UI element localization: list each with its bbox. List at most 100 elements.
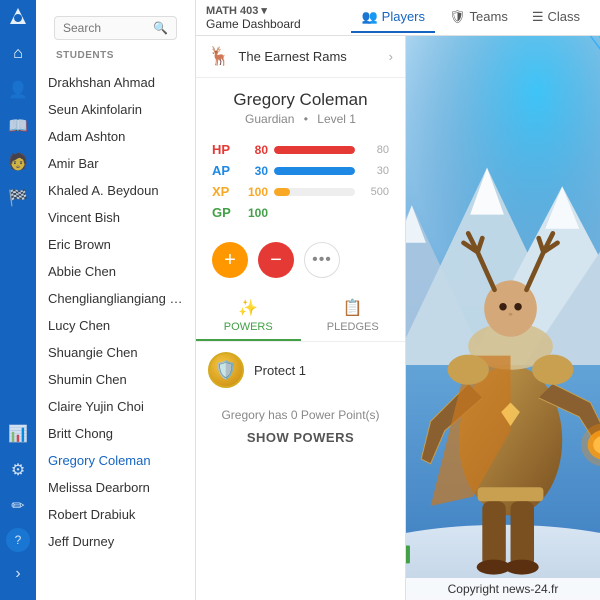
panel-tab-label-pledges: PLEDGES [327,321,379,333]
panel-footer: Gregory has 0 Power Point(s) SHOW POWERS [196,398,405,455]
nav-person-icon[interactable]: 🧑 [0,144,36,180]
remove-button[interactable]: − [258,242,294,278]
bullet-separator: • [304,112,308,126]
stat-bar-fill-hp [274,146,355,154]
content-area: 🦌 The Earnest Rams › Gregory Coleman Gua… [196,36,600,600]
team-chevron-icon: › [389,49,393,64]
power-badge-emoji: 🛡️ [215,360,237,381]
nav-tab-label-players: Players [382,9,425,24]
stat-row-xp: XP 100 500 [212,184,389,199]
player-class: Guardian [245,112,294,126]
search-box[interactable]: 🔍 [54,16,177,40]
student-item[interactable]: Eric Brown [36,231,195,258]
nav-settings-icon[interactable]: ⚙ [0,452,36,488]
stat-label-xp: XP [212,184,234,199]
panel-tabs: ✨ POWERS 📋 PLEDGES [196,290,405,342]
search-input[interactable] [63,21,151,35]
stat-bar-fill-ap [274,167,355,175]
course-label: MATH 403 ▾ [206,4,351,17]
player-info: Gregory Coleman Guardian • Level 1 [196,78,405,134]
class-icon: ☰ [532,9,544,25]
nav-expand-icon[interactable]: › [0,556,36,592]
stat-value-ap: 30 [240,164,268,178]
player-level: Level 1 [317,112,356,126]
stat-max-ap: 30 [361,165,389,177]
stat-value-xp: 100 [240,185,268,199]
team-name: The Earnest Rams [238,49,388,64]
more-button[interactable]: ••• [304,242,340,278]
student-item[interactable]: Robert Drabiuk [36,501,195,528]
show-powers-button[interactable]: SHOW POWERS [247,430,354,445]
sidebar: 🔍 STUDENTS Drakhshan AhmadSeun Akinfolar… [36,0,196,600]
stat-value-gp: 100 [240,206,268,220]
top-bar: MATH 403 ▾ Game Dashboard 👥 Players 🛡 Teams… [196,0,600,36]
nav-tab-players[interactable]: 👥 Players [351,3,435,33]
student-item[interactable]: Claire Yujin Choi [36,393,195,420]
nav-help-icon[interactable]: ? [6,528,30,552]
stat-label-ap: AP [212,163,234,178]
student-item[interactable]: Shumin Chen [36,366,195,393]
top-nav: 👥 Players 🛡 Teams ☰Class [351,3,590,33]
stat-bar-bg-ap [274,167,355,175]
student-item[interactable]: Seun Akinfolarin [36,96,195,123]
page-title: Game Dashboard [206,17,351,31]
student-item[interactable]: Amir Bar [36,150,195,177]
stat-label-gp: GP [212,205,234,220]
copyright-bar: Copyright news-24.fr [406,578,600,600]
student-item[interactable]: Melissa Dearborn [36,474,195,501]
stat-row-hp: HP 80 80 [212,142,389,157]
stat-value-hp: 80 [240,143,268,157]
nav-tab-class[interactable]: ☰Class [522,3,590,33]
teams-icon: 🛡 [449,9,466,25]
add-button[interactable]: + [212,242,248,278]
stat-max-hp: 80 [361,144,389,156]
panel-tab-icon-pledges: 📋 [343,298,363,318]
hero-area: Copyright news-24.fr [406,36,600,600]
stat-bar-bg-xp [274,188,355,196]
sidebar-header: 🔍 STUDENTS [36,0,195,69]
players-icon: 👥 [361,9,377,25]
nav-tab-label-teams: Teams [470,9,508,24]
panel-tab-powers[interactable]: ✨ POWERS [196,290,301,341]
team-icon: 🦌 [208,46,230,67]
power-name: Protect 1 [254,363,306,378]
power-badge-icon: 🛡️ [208,352,244,388]
main-content: MATH 403 ▾ Game Dashboard 👥 Players 🛡 Teams… [196,0,600,600]
panel-tab-icon-powers: ✨ [238,298,258,318]
student-item[interactable]: Lucy Chen [36,312,195,339]
student-item[interactable]: Vincent Bish [36,204,195,231]
stat-max-xp: 500 [361,186,389,198]
search-icon: 🔍 [153,21,168,35]
student-item[interactable]: Khaled A. Beydoun [36,177,195,204]
nav-chart-icon[interactable]: 📊 [0,416,36,452]
student-item[interactable]: Gregory Coleman [36,447,195,474]
panel-tab-label-powers: POWERS [224,321,273,333]
nav-tab-teams[interactable]: 🛡 Teams [439,3,518,33]
nav-flag-icon[interactable]: 🏁 [0,180,36,216]
player-subtitle: Guardian • Level 1 [212,112,389,126]
nav-tab-label-class: Class [547,9,580,24]
student-item[interactable]: Drakhshan Ahmad [36,69,195,96]
points-text: Gregory has 0 Power Point(s) [212,408,389,422]
student-item[interactable]: Jeff Durney [36,528,195,555]
student-item[interactable]: Shuangie Chen [36,339,195,366]
student-item[interactable]: Britt Chong [36,420,195,447]
action-buttons: + − ••• [196,234,405,290]
nav-book-icon[interactable]: 📖 [0,108,36,144]
stat-row-gp: GP 100 [212,205,389,220]
nav-people-icon[interactable]: 👤 [0,72,36,108]
stat-bar-fill-xp [274,188,290,196]
students-section-label: STUDENTS [46,44,185,65]
student-item[interactable]: Chengliangliangiang Chen [36,285,195,312]
student-item[interactable]: Adam Ashton [36,123,195,150]
nav-home-icon[interactable]: ⌂ [0,36,36,72]
panel-tab-pledges[interactable]: 📋 PLEDGES [301,290,406,341]
player-name: Gregory Coleman [212,90,389,110]
stat-row-ap: AP 30 30 [212,163,389,178]
player-panel: 🦌 The Earnest Rams › Gregory Coleman Gua… [196,36,406,600]
stat-label-hp: HP [212,142,234,157]
student-item[interactable]: Abbie Chen [36,258,195,285]
student-list: Drakhshan AhmadSeun AkinfolarinAdam Asht… [36,69,195,600]
team-header[interactable]: 🦌 The Earnest Rams › [196,36,405,78]
nav-pencil-icon[interactable]: ✏ [0,488,36,524]
